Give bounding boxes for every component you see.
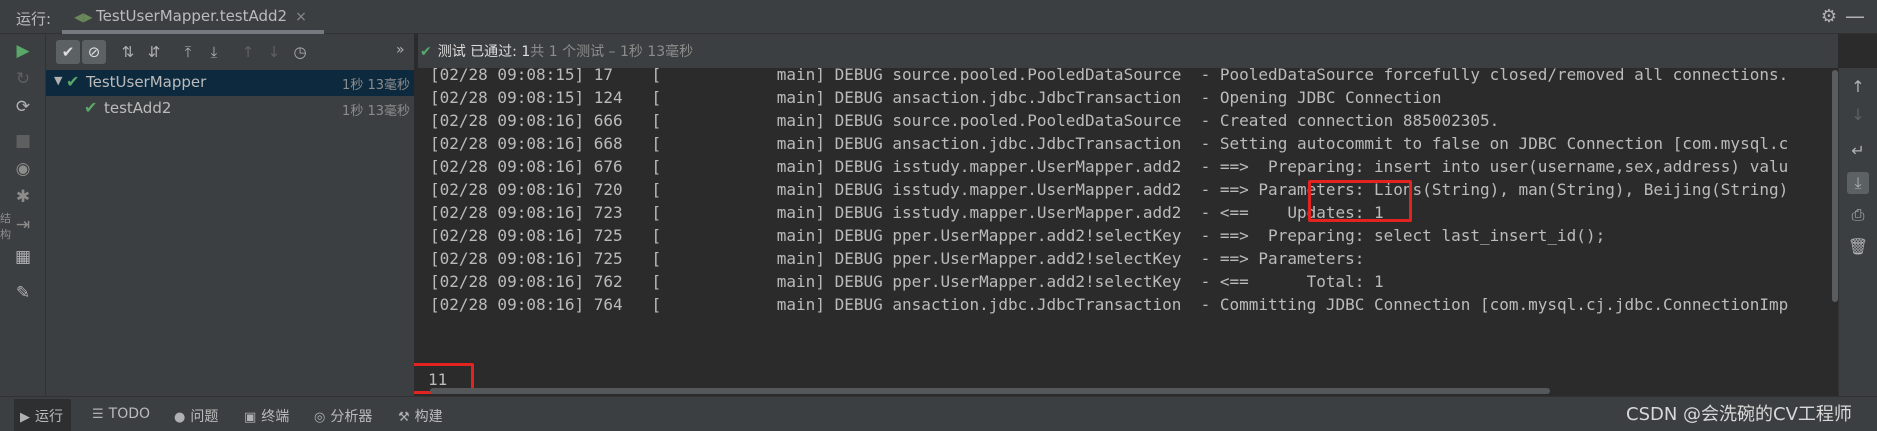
tool-tab-problems[interactable]: ● 问题 — [174, 406, 218, 428]
tree-item-test-class[interactable]: ▼ ✔ TestUserMapper 1秒 13毫秒 — [46, 70, 414, 96]
tool-tab-label: 分析器 — [330, 409, 373, 425]
stop-icon[interactable]: ■ — [12, 130, 34, 152]
trash-icon[interactable]: 🗑 — [1847, 236, 1869, 258]
debug-icon[interactable]: ✱ — [12, 186, 34, 208]
tests-summary: 共 1 个测试 – 1秒 13毫秒 — [530, 44, 694, 60]
tree-item-duration: 1秒 13毫秒 — [342, 78, 410, 93]
more-actions-chevron-icon[interactable]: » — [396, 42, 405, 58]
run-tab-test-user-mapper[interactable]: ◀▶ TestUserMapper.testAdd2 × — [62, 0, 324, 34]
tool-tab-label: TODO — [108, 406, 151, 422]
log-line: [02/28 09:08:16] 666 [ main] DEBUG sourc… — [430, 111, 1500, 130]
hammer-icon: ⚒ — [398, 410, 410, 425]
test-results-toolbar: ✔ ⊘ ⇅ ⇵ ⤒ ⤓ ↑ ↓ ◷ — [46, 34, 414, 68]
console-output[interactable]: [02/28 09:08:15] 17 [ main] DEBUG source… — [414, 68, 1838, 396]
horizontal-scrollbar[interactable] — [430, 388, 1550, 394]
run-tab-title: TestUserMapper.testAdd2 — [96, 7, 288, 25]
collapse-all-icon[interactable]: ⤓ — [202, 40, 226, 64]
tool-tab-todo[interactable]: ☰ TODO — [92, 406, 150, 428]
test-run-icon: ◀▶ — [74, 10, 93, 24]
run-label: 运行: — [16, 10, 52, 28]
layout-icon[interactable]: ▦ — [12, 246, 34, 268]
log-line: [02/28 09:08:16] 720 [ main] DEBUG isstu… — [430, 180, 1789, 199]
gear-icon[interactable]: ⚙ — [1821, 6, 1837, 27]
run-icon: ▶ — [20, 410, 30, 425]
tool-tab-label: 问题 — [190, 409, 219, 425]
tree-item-name: TestUserMapper — [86, 73, 207, 91]
updates-highlight-box — [1308, 180, 1412, 222]
test-status-line: ✔ 测试 已通过: 1共 1 个测试 – 1秒 13毫秒 — [418, 34, 1838, 68]
toggle-auto-test-icon[interactable]: ⟳ — [12, 96, 34, 118]
rerun-icon[interactable]: ▶ — [12, 40, 34, 62]
arrow-up-icon[interactable]: ↑ — [1847, 76, 1869, 98]
log-line: [02/28 09:08:16] 725 [ main] DEBUG pper.… — [430, 249, 1375, 268]
next-failed-icon[interactable]: ↓ — [262, 40, 286, 64]
bottom-tool-window-bar: ▶ 运行 ☰ TODO ● 问题 ▣ 终端 ◎ 分析器 ⚒ 构建 — [0, 396, 1877, 431]
rerun-failed-icon[interactable]: ↻ — [12, 68, 34, 90]
log-line: [02/28 09:08:16] 725 [ main] DEBUG pper.… — [430, 226, 1606, 245]
watermark: CSDN @会洗碗的CV工程师 — [1626, 404, 1852, 425]
tree-item-duration: 1秒 13毫秒 — [342, 104, 410, 119]
show-passed-icon[interactable]: ✔ — [56, 40, 80, 64]
exit-icon[interactable]: ⇥ — [12, 214, 34, 236]
log-line: [02/28 09:08:16] 676 [ main] DEBUG isstu… — [430, 157, 1789, 176]
soft-wrap-icon[interactable]: ↵ — [1847, 140, 1869, 162]
tool-tab-build[interactable]: ⚒ 构建 — [398, 406, 443, 428]
tests-passed-label: 测试 已通过: 1 — [437, 44, 531, 60]
tool-tab-terminal[interactable]: ▣ 终端 — [244, 406, 289, 428]
log-line: [02/28 09:08:16] 764 [ main] DEBUG ansac… — [430, 295, 1789, 314]
show-ignored-icon[interactable]: ⊘ — [82, 40, 106, 64]
tool-tab-label: 运行 — [35, 409, 63, 425]
scroll-to-end-icon[interactable]: ⤓ — [1847, 172, 1869, 194]
log-line: [02/28 09:08:16] 668 [ main] DEBUG ansac… — [430, 134, 1789, 153]
structure-side-tab[interactable]: 结构 — [0, 210, 12, 242]
expand-all-icon[interactable]: ⤒ — [176, 40, 200, 64]
list-icon: ☰ — [92, 407, 104, 422]
tool-tab-profiler[interactable]: ◎ 分析器 — [314, 406, 372, 428]
chevron-down-icon[interactable]: ▼ — [54, 74, 62, 87]
camera-icon[interactable]: ◉ — [12, 158, 34, 180]
profiler-icon: ◎ — [314, 410, 326, 425]
tree-item-test-method[interactable]: ✔ testAdd2 1秒 13毫秒 — [46, 96, 414, 122]
minimize-icon[interactable]: — — [1845, 4, 1865, 28]
sort-alphabetically-icon[interactable]: ⇅ — [116, 40, 140, 64]
passed-check-icon: ✔ — [420, 44, 432, 60]
tool-tab-label: 终端 — [261, 409, 290, 425]
pin-icon[interactable]: ✎ — [12, 282, 34, 304]
left-run-toolbar: ▶ ↻ ⟳ ■ ◉ ✱ ⇥ ▦ ✎ 结构 — [0, 34, 46, 396]
log-line: [02/28 09:08:15] 124 [ main] DEBUG ansac… — [430, 88, 1442, 107]
tool-tab-label: 构建 — [414, 409, 443, 425]
passed-check-icon: ✔ — [84, 98, 98, 117]
log-line: [02/28 09:08:16] 762 [ main] DEBUG pper.… — [430, 272, 1384, 291]
passed-check-icon: ✔ — [66, 72, 80, 91]
test-history-icon[interactable]: ◷ — [288, 40, 312, 64]
terminal-icon: ▣ — [244, 410, 257, 425]
log-line: [02/28 09:08:16] 723 [ main] DEBUG isstu… — [430, 203, 1384, 222]
previous-failed-icon[interactable]: ↑ — [236, 40, 260, 64]
run-tool-window-header: 运行: ◀▶ TestUserMapper.testAdd2 × ⚙ — — [0, 0, 1877, 34]
tool-tab-run[interactable]: ▶ 运行 — [14, 399, 71, 431]
sort-by-duration-icon[interactable]: ⇵ — [142, 40, 166, 64]
arrow-down-icon[interactable]: ↓ — [1847, 104, 1869, 126]
log-line: [02/28 09:08:15] 17 [ main] DEBUG source… — [430, 68, 1789, 84]
tree-item-name: testAdd2 — [104, 99, 172, 117]
right-console-toolbar: ↑ ↓ ↵ ⤓ ⎙ 🗑 — [1838, 68, 1877, 396]
print-icon[interactable]: ⎙ — [1847, 204, 1869, 226]
problems-icon: ● — [174, 410, 186, 425]
test-tree: ▼ ✔ TestUserMapper 1秒 13毫秒 ✔ testAdd2 1秒… — [46, 68, 414, 396]
close-icon[interactable]: × — [295, 9, 307, 25]
